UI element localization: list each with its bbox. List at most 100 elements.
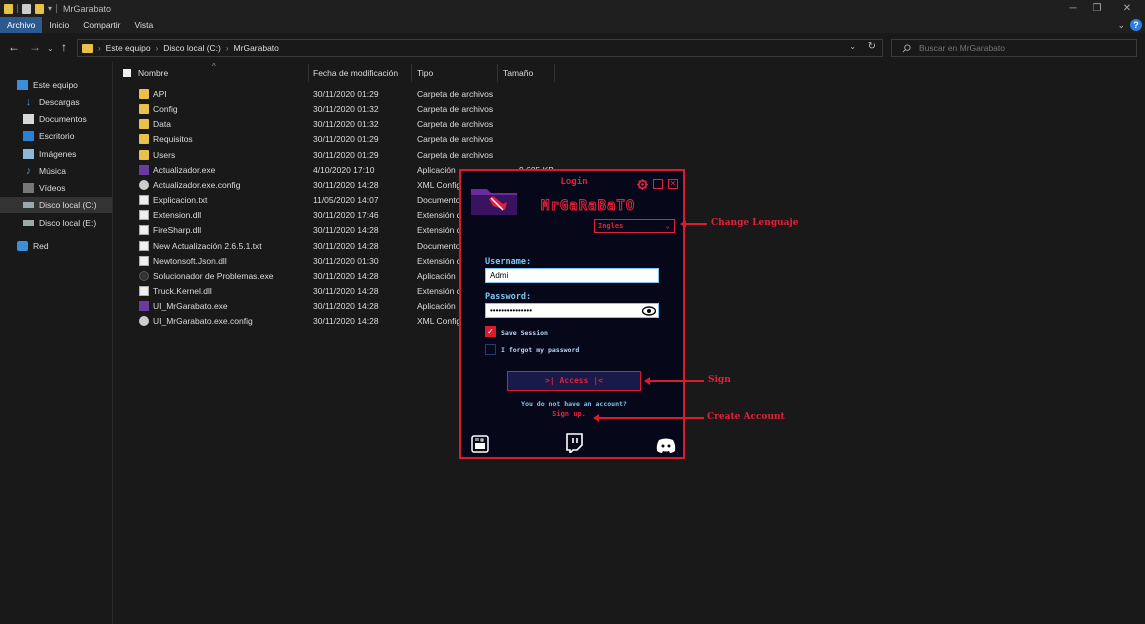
file-type: XML Config <box>417 316 462 327</box>
sidebar-item-red[interactable]: Red <box>17 238 107 254</box>
navigation-pane: Este equipo ↓ Descargas Documentos Escri… <box>0 62 113 624</box>
sidebar-item-disco-e[interactable]: Disco local (E:) <box>23 215 107 231</box>
file-row[interactable]: API 30/11/2020 01:29 Carpeta de archivos <box>113 87 753 102</box>
file-type: Extensión d <box>417 210 462 221</box>
file-name: Solucionador de Problemas.exe <box>153 270 274 281</box>
arrow-sign <box>644 377 704 385</box>
restore-button[interactable]: ❐ <box>1082 0 1112 17</box>
forward-arrow-icon[interactable]: → <box>29 40 41 54</box>
username-field[interactable]: Admi <box>485 268 659 283</box>
access-button[interactable]: >| Access |< <box>507 371 641 391</box>
forgot-password-link[interactable]: I forgot my password <box>501 346 579 354</box>
sidebar-item-musica[interactable]: ♪ Música <box>23 163 107 179</box>
file-name: Explicacion.txt <box>153 195 208 206</box>
recent-dropdown-icon[interactable]: ⌄ <box>47 42 54 56</box>
sidebar-item-label: Disco local (E:) <box>39 218 97 228</box>
column-header-type[interactable]: Tipo <box>417 62 433 84</box>
file-icon <box>139 210 149 221</box>
sidebar-item-escritorio[interactable]: Escritorio <box>23 128 107 144</box>
sidebar-item-imagenes[interactable]: Imágenes <box>23 146 107 162</box>
language-select[interactable]: Ingles ⌄ <box>594 219 675 233</box>
folder-icon <box>139 149 149 160</box>
breadcrumb-mrgarabato[interactable]: MrGarabato <box>234 43 279 53</box>
eye-icon[interactable] <box>642 306 656 316</box>
chevron-right-icon[interactable]: › <box>98 44 101 53</box>
search-input[interactable] <box>919 43 1119 53</box>
file-type: Carpeta de archivos <box>417 89 494 99</box>
chevron-down-icon[interactable]: ⌄ <box>849 42 856 51</box>
select-all-checkbox[interactable] <box>123 69 131 77</box>
column-divider[interactable] <box>411 64 412 82</box>
tab-archivo[interactable]: Archivo <box>0 17 43 33</box>
forgot-password-checkbox[interactable] <box>485 344 496 355</box>
sidebar-item-videos[interactable]: Vídeos <box>23 180 107 196</box>
file-date: 11/05/2020 14:07 <box>313 195 379 206</box>
file-row[interactable]: Data 30/11/2020 01:32 Carpeta de archivos <box>113 117 753 132</box>
breadcrumb-este-equipo[interactable]: Este equipo <box>106 43 151 53</box>
tab-inicio[interactable]: Inicio <box>42 17 76 33</box>
window-title: MrGarabato <box>63 3 112 14</box>
file-type: Aplicación <box>417 164 456 175</box>
title-bar: ▾ MrGarabato ─ ❐ ✕ <box>0 0 1145 17</box>
file-name: UI_MrGarabato.exe.config <box>153 316 253 327</box>
language-value: Ingles <box>598 222 624 230</box>
discord-icon[interactable] <box>656 437 676 453</box>
sidebar-item-label: Vídeos <box>39 183 66 193</box>
column-divider[interactable] <box>497 64 498 82</box>
file-type: Carpeta de archivos <box>417 119 494 130</box>
column-header-size[interactable]: Tamaño <box>503 62 533 84</box>
file-name: Data <box>153 119 171 130</box>
save-session-label: Save Session <box>501 329 548 337</box>
search-box[interactable] <box>891 39 1137 57</box>
sidebar-item-label: Escritorio <box>39 131 75 141</box>
chevron-right-icon[interactable]: › <box>156 44 159 53</box>
download-icon: ↓ <box>25 96 32 108</box>
column-divider[interactable] <box>554 64 555 82</box>
breadcrumb-disco-c[interactable]: Disco local (C:) <box>163 43 221 53</box>
properties-icon[interactable] <box>22 3 31 14</box>
refresh-icon[interactable]: ↻ <box>868 41 876 52</box>
file-icon <box>139 285 149 296</box>
close-icon[interactable]: ✕ <box>668 179 678 189</box>
drive-icon <box>23 220 34 226</box>
minimize-icon[interactable] <box>653 179 663 189</box>
file-icon <box>139 270 149 281</box>
separator <box>17 4 18 13</box>
desktop-icon <box>23 131 34 141</box>
file-date: 30/11/2020 14:28 <box>313 270 379 281</box>
sidebar-item-disco-c[interactable]: Disco local (C:) <box>0 197 112 213</box>
folder-icon <box>4 3 13 14</box>
column-header-date[interactable]: Fecha de modificación <box>313 62 398 84</box>
annotation-create-account: Create Account <box>707 412 785 422</box>
sidebar-item-este-equipo[interactable]: Este equipo <box>17 77 107 93</box>
sort-ascending-icon: ^ <box>212 62 216 71</box>
file-row[interactable]: Requisitos 30/11/2020 01:29 Carpeta de arc… <box>113 132 753 147</box>
file-row[interactable]: Config 30/11/2020 01:32 Carpeta de archivo… <box>113 102 753 117</box>
config-file-icon <box>139 316 149 327</box>
expand-ribbon-icon[interactable]: ⌄ <box>1117 17 1125 33</box>
password-field[interactable]: ••••••••••••••• <box>485 303 659 318</box>
tab-compartir[interactable]: Compartir <box>76 17 127 33</box>
column-divider[interactable] <box>308 64 309 82</box>
save-session-checkbox[interactable]: ✓ <box>485 326 496 337</box>
settings-gear-icon[interactable] <box>637 179 648 190</box>
file-name: New Actualización 2.6.5.1.txt <box>153 240 262 251</box>
close-button[interactable]: ✕ <box>1112 0 1142 17</box>
file-name: Requisitos <box>153 134 193 145</box>
tab-vista[interactable]: Vista <box>128 17 161 33</box>
qat-dropdown-icon[interactable]: ▾ <box>48 4 52 13</box>
help-icon[interactable]: ? <box>1130 19 1142 31</box>
column-header-name[interactable]: Nombre <box>138 62 168 84</box>
new-folder-icon[interactable] <box>35 3 44 14</box>
address-bar[interactable]: › Este equipo › Disco local (C:) › MrGar… <box>77 39 883 57</box>
back-arrow-icon[interactable]: ← <box>8 40 20 54</box>
twitch-icon[interactable] <box>565 433 583 453</box>
chevron-right-icon[interactable]: › <box>226 44 229 53</box>
sidebar-item-documentos[interactable]: Documentos <box>23 111 107 127</box>
folder-logo-icon <box>471 189 517 215</box>
youtube-icon[interactable] <box>471 435 489 453</box>
up-arrow-icon[interactable]: ↑ <box>61 40 67 54</box>
file-name: Truck.Kernel.dll <box>153 285 212 296</box>
sidebar-item-descargas[interactable]: ↓ Descargas <box>23 94 107 110</box>
file-row[interactable]: Users 30/11/2020 01:29 Carpeta de archivos <box>113 148 753 163</box>
